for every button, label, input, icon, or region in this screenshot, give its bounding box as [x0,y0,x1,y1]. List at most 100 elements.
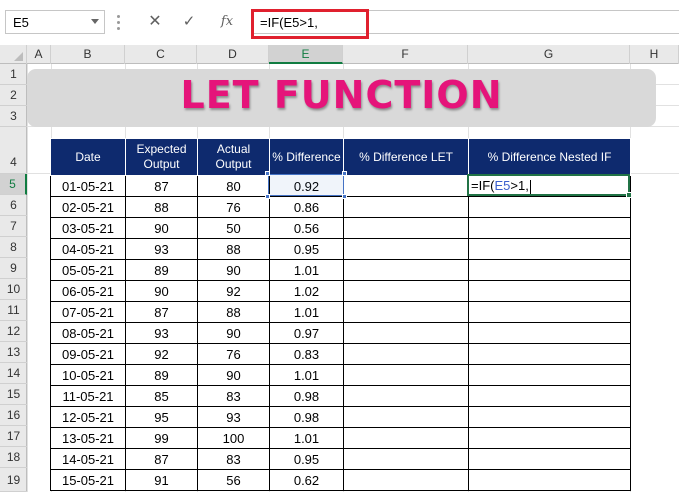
resize-handle[interactable] [342,194,347,199]
column-header-f[interactable]: F [343,45,468,64]
table-cell[interactable]: 87 [125,301,198,323]
table-cell[interactable] [343,301,469,323]
column-header-g[interactable]: G [468,45,630,64]
table-cell[interactable]: 76 [197,343,270,365]
table-cell[interactable]: 99 [125,427,198,449]
header-percent-difference[interactable]: % Difference [269,138,344,176]
column-header-h[interactable]: H [630,45,679,64]
table-cell[interactable] [468,322,631,344]
table-cell[interactable]: 90 [197,364,270,386]
table-cell[interactable]: 02-05-21 [50,196,126,218]
table-cell[interactable] [343,238,469,260]
column-header-d[interactable]: D [197,45,269,64]
table-cell[interactable]: 1.01 [269,301,344,323]
row-header-10[interactable]: 10 [0,279,27,300]
table-cell[interactable] [343,196,469,218]
column-header-b[interactable]: B [51,45,125,64]
table-cell[interactable]: 90 [197,322,270,344]
table-cell[interactable]: 88 [125,196,198,218]
table-cell[interactable] [468,427,631,449]
table-cell[interactable] [468,364,631,386]
row-header-13[interactable]: 13 [0,342,27,363]
insert-function-icon[interactable]: fx [217,12,237,32]
table-cell[interactable]: 0.83 [269,343,344,365]
row-header-7[interactable]: 7 [0,216,27,237]
resize-handle[interactable] [265,171,270,176]
table-cell[interactable]: 50 [197,217,270,239]
table-cell[interactable] [343,322,469,344]
row-header-2[interactable]: 2 [0,85,27,106]
table-cell[interactable]: 89 [125,259,198,281]
row-header-6[interactable]: 6 [0,195,27,216]
row-header-9[interactable]: 9 [0,258,27,279]
table-cell[interactable] [343,427,469,449]
row-header-4[interactable]: 4 [0,127,27,174]
table-cell[interactable] [343,175,469,197]
table-cell[interactable]: 10-05-21 [50,364,126,386]
table-cell[interactable]: 09-05-21 [50,343,126,365]
table-cell[interactable]: 91 [125,469,198,491]
resize-handle[interactable] [342,171,347,176]
row-header-11[interactable]: 11 [0,300,27,321]
table-cell[interactable] [468,259,631,281]
table-cell[interactable]: 87 [125,175,198,197]
table-cell[interactable]: 87 [125,448,198,470]
table-cell[interactable]: 83 [197,448,270,470]
table-cell[interactable]: 90 [125,217,198,239]
header-expected-output[interactable]: Expected Output [125,138,198,176]
table-cell[interactable] [343,469,469,491]
table-cell[interactable]: 15-05-21 [50,469,126,491]
header-percent-difference-let[interactable]: % Difference LET [343,138,469,176]
table-cell[interactable]: 1.01 [269,427,344,449]
table-cell[interactable] [468,280,631,302]
table-cell[interactable]: 76 [197,196,270,218]
fill-handle[interactable] [626,192,632,198]
table-cell[interactable] [343,343,469,365]
table-cell[interactable]: 0.56 [269,217,344,239]
table-cell[interactable]: 89 [125,364,198,386]
table-cell[interactable] [343,217,469,239]
row-header-14[interactable]: 14 [0,363,27,384]
table-cell[interactable] [468,469,631,491]
table-cell[interactable] [468,196,631,218]
table-cell[interactable]: 13-05-21 [50,427,126,449]
table-cell[interactable] [343,259,469,281]
table-cell[interactable] [468,238,631,260]
table-cell[interactable]: 06-05-21 [50,280,126,302]
resize-handle[interactable] [265,194,270,199]
table-cell[interactable] [468,301,631,323]
table-cell[interactable]: 56 [197,469,270,491]
table-cell[interactable]: 07-05-21 [50,301,126,323]
row-header-8[interactable]: 8 [0,237,27,258]
table-cell[interactable]: 93 [125,238,198,260]
drag-handle-icon[interactable] [117,15,121,31]
table-cell[interactable]: 0.97 [269,322,344,344]
row-header-19[interactable]: 19 [0,468,27,492]
column-header-e[interactable]: E [269,45,343,64]
column-header-c[interactable]: C [125,45,197,64]
table-cell[interactable]: 0.62 [269,469,344,491]
table-cell[interactable] [343,364,469,386]
table-cell[interactable]: 80 [197,175,270,197]
table-cell[interactable] [343,385,469,407]
table-cell[interactable]: 0.98 [269,385,344,407]
row-header-16[interactable]: 16 [0,405,27,426]
table-cell[interactable]: 88 [197,301,270,323]
row-header-1[interactable]: 1 [0,64,27,85]
table-cell[interactable] [468,406,631,428]
table-cell[interactable]: 1.01 [269,364,344,386]
table-cell[interactable]: 95 [125,406,198,428]
name-box[interactable]: E5 [5,10,105,34]
enter-icon[interactable]: ✓ [179,12,199,32]
header-percent-difference-nested-if[interactable]: % Difference Nested IF [468,138,631,176]
table-cell[interactable]: 0.95 [269,448,344,470]
header-actual-output[interactable]: Actual Output [197,138,270,176]
table-cell[interactable]: 100 [197,427,270,449]
table-cell[interactable]: 83 [197,385,270,407]
table-cell[interactable]: 05-05-21 [50,259,126,281]
table-cell[interactable]: 90 [197,259,270,281]
table-cell[interactable]: 90 [125,280,198,302]
table-cell[interactable]: 88 [197,238,270,260]
row-header-5[interactable]: 5 [0,174,27,195]
chevron-down-icon[interactable] [91,19,99,24]
